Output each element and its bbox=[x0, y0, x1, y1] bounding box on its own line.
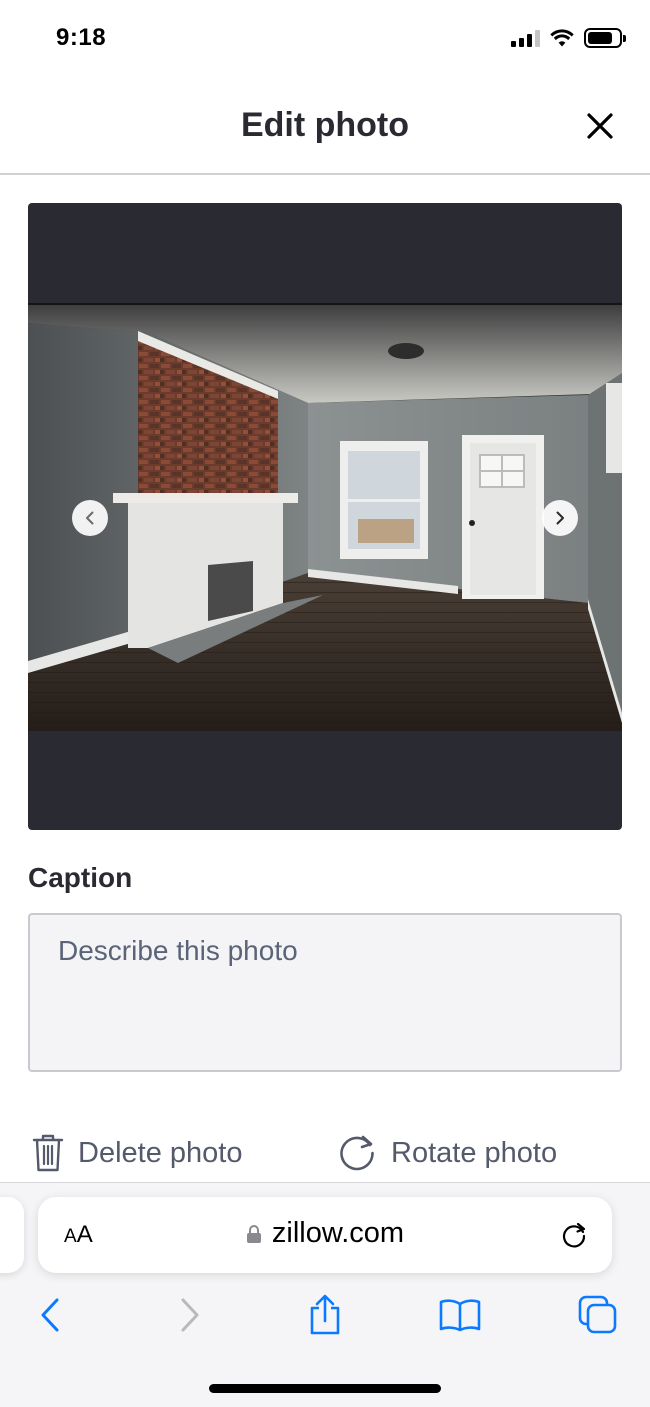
trash-icon bbox=[32, 1134, 64, 1172]
book-icon bbox=[439, 1299, 481, 1332]
delete-photo-button[interactable]: Delete photo bbox=[32, 1133, 242, 1173]
bookmarks-button[interactable] bbox=[438, 1293, 482, 1337]
previous-photo-button[interactable] bbox=[72, 500, 108, 536]
reload-icon[interactable] bbox=[558, 1219, 590, 1251]
back-button[interactable] bbox=[28, 1293, 72, 1337]
wifi-icon bbox=[550, 29, 574, 47]
share-icon bbox=[310, 1294, 340, 1335]
chevron-left-icon bbox=[86, 511, 94, 525]
page-title: Edit photo bbox=[240, 106, 410, 144]
back-chevron-icon bbox=[41, 1298, 59, 1332]
forward-button[interactable] bbox=[168, 1293, 212, 1337]
forward-chevron-icon bbox=[181, 1298, 199, 1332]
modal-header: Edit photo bbox=[0, 80, 650, 175]
rotate-photo-label: Rotate photo bbox=[391, 1136, 558, 1169]
tabs-button[interactable] bbox=[576, 1293, 620, 1337]
address-bar[interactable]: AA zillow.com bbox=[38, 1197, 612, 1273]
delete-photo-label: Delete photo bbox=[78, 1136, 243, 1169]
caption-label: Caption bbox=[28, 862, 133, 893]
tabs-icon bbox=[578, 1295, 617, 1334]
close-icon[interactable] bbox=[584, 110, 616, 142]
rotate-photo-button[interactable]: Rotate photo bbox=[337, 1133, 557, 1173]
home-indicator bbox=[209, 1384, 441, 1393]
caption-input[interactable] bbox=[28, 913, 622, 1072]
status-time: 9:18 bbox=[56, 24, 107, 51]
photo-viewer bbox=[28, 203, 622, 830]
room-photo bbox=[28, 303, 622, 731]
url-text: zillow.com bbox=[271, 1217, 405, 1249]
share-button[interactable] bbox=[303, 1293, 347, 1337]
lock-icon bbox=[246, 1224, 261, 1243]
battery-icon bbox=[584, 28, 626, 48]
cellular-signal-icon bbox=[511, 29, 540, 47]
next-photo-button[interactable] bbox=[542, 500, 578, 536]
previous-tab-preview[interactable] bbox=[0, 1197, 24, 1273]
chevron-right-icon bbox=[556, 511, 564, 525]
status-bar: 9:18 bbox=[0, 0, 650, 80]
url-display[interactable]: zillow.com bbox=[38, 1217, 612, 1250]
status-icons bbox=[511, 28, 626, 48]
browser-toolbar: AA zillow.com bbox=[0, 1182, 650, 1407]
rotate-icon bbox=[340, 1135, 374, 1171]
room-photo-image bbox=[28, 303, 622, 731]
